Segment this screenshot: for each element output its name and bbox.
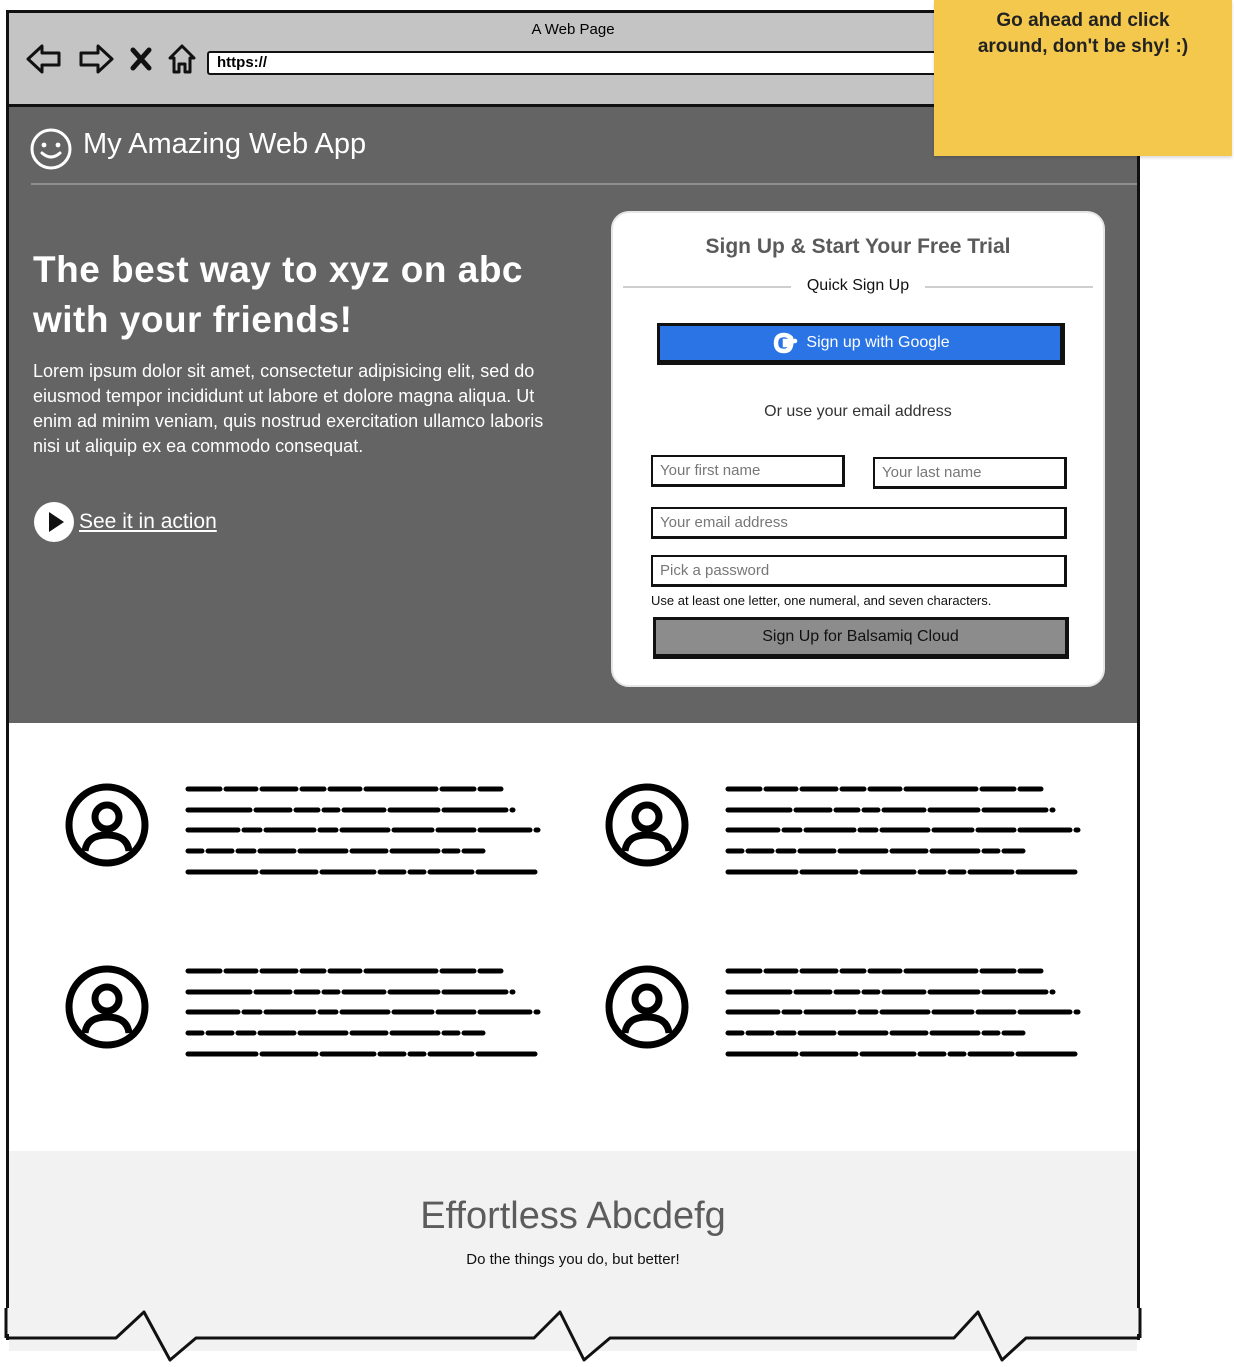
- back-arrow-icon[interactable]: [25, 41, 63, 77]
- browser-nav: [25, 41, 197, 77]
- header-divider: [31, 183, 1137, 185]
- user-avatar-icon: [605, 965, 689, 1049]
- play-icon[interactable]: [33, 501, 75, 543]
- placeholder-text-scribble: [725, 968, 1081, 1057]
- feature-item: [603, 781, 1103, 891]
- app-name[interactable]: My Amazing Web App: [83, 128, 366, 161]
- footer-title: Effortless Abcdefg: [420, 1195, 726, 1237]
- user-avatar-icon: [65, 965, 149, 1049]
- user-avatar-icon: [65, 783, 149, 867]
- quick-signup-divider: Quick Sign Up: [623, 275, 1093, 299]
- divider-line-right: [925, 286, 1093, 288]
- see-it-in-action-link[interactable]: See it in action: [33, 501, 217, 543]
- feature-item: [603, 963, 1103, 1073]
- smiley-icon: [30, 128, 72, 170]
- hero-description: Lorem ipsum dolor sit amet, consectetur …: [33, 361, 544, 456]
- stop-icon[interactable]: [129, 44, 153, 74]
- password-field[interactable]: Pick a password: [651, 555, 1067, 587]
- sticky-note-text: Go ahead and click around, don't be shy!…: [977, 10, 1189, 57]
- signup-submit-button[interactable]: Sign Up for Balsamiq Cloud: [653, 617, 1069, 659]
- email-field[interactable]: Your email address: [651, 507, 1067, 539]
- user-avatar-icon: [605, 783, 689, 867]
- home-icon[interactable]: [167, 42, 197, 76]
- forward-arrow-icon[interactable]: [77, 41, 115, 77]
- google-icon: [774, 332, 798, 354]
- footer-subtitle: Do the things you do, but better!: [466, 1251, 680, 1268]
- browser-window: A Web Page https:// My Amazing Web App T…: [6, 10, 1147, 1351]
- placeholder-text-scribble: [185, 786, 541, 875]
- hero-title: The best way to xyz on abc with your fri…: [33, 249, 524, 340]
- signup-title: Sign Up & Start Your Free Trial: [705, 235, 1011, 258]
- first-name-field[interactable]: Your first name: [651, 455, 845, 487]
- placeholder-text-scribble: [725, 786, 1081, 875]
- password-hint: Use at least one letter, one numeral, an…: [651, 593, 992, 608]
- signup-card: Sign Up & Start Your Free Trial Quick Si…: [611, 211, 1105, 687]
- feature-item: [63, 963, 563, 1073]
- feature-item: [63, 781, 563, 891]
- placeholder-text-scribble: [185, 968, 541, 1057]
- app-header: My Amazing Web App The best way to xyz o…: [9, 107, 1137, 723]
- torn-page-edge: [4, 1308, 1142, 1362]
- sticky-note: Go ahead and click around, don't be shy!…: [934, 0, 1232, 156]
- email-divider-text: Or use your email address: [764, 403, 952, 420]
- google-signup-button[interactable]: Sign up with Google: [657, 323, 1065, 365]
- google-signup-label: Sign up with Google: [806, 334, 950, 351]
- last-name-field[interactable]: Your last name: [873, 457, 1067, 489]
- see-it-in-action-label[interactable]: See it in action: [79, 510, 217, 534]
